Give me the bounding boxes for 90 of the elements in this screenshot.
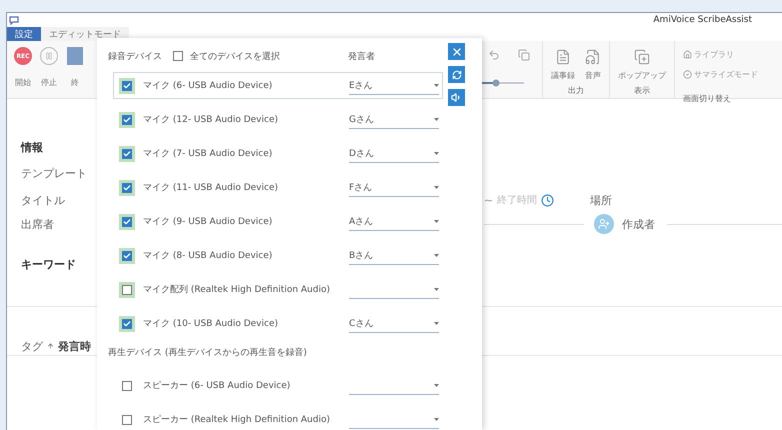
- field-label: 作成者: [622, 216, 655, 232]
- field-label: テンプレート: [21, 166, 87, 180]
- close-icon: [450, 46, 462, 58]
- field-label: 場所: [590, 192, 612, 208]
- device-row[interactable]: マイク (8- USB Audio Device) Bさん: [113, 242, 443, 269]
- checkbox-label: 全てのデバイスを選択: [190, 50, 280, 62]
- checkbox[interactable]: [122, 216, 132, 226]
- group-title: 出力: [568, 85, 584, 96]
- speaker-select[interactable]: Dさん: [349, 144, 439, 162]
- speaker-select[interactable]: Gさん: [349, 110, 439, 128]
- device-row[interactable]: スピーカー (Realtek High Definition Audio): [113, 406, 443, 430]
- column-header[interactable]: タグ: [21, 338, 43, 354]
- caret-icon: [434, 186, 439, 188]
- speaker-select[interactable]: Eさん: [349, 76, 439, 94]
- caret-icon: [434, 288, 439, 290]
- ribbon-tab[interactable]: 設定: [7, 27, 41, 41]
- caret-icon: [434, 384, 439, 386]
- button-label: ポップアップ: [618, 70, 666, 81]
- refresh-button[interactable]: [448, 66, 465, 83]
- group-title: 表示: [634, 85, 650, 96]
- button-label: 終: [71, 77, 79, 88]
- device-name: マイク (11- USB Audio Device): [143, 182, 278, 194]
- device-name: マイク (10- USB Audio Device): [143, 318, 278, 330]
- checkbox[interactable]: [122, 148, 132, 158]
- device-name: スピーカー (6- USB Audio Device): [143, 380, 290, 392]
- caret-icon: [434, 322, 439, 324]
- device-row[interactable]: マイク (11- USB Audio Device) Fさん: [113, 174, 443, 201]
- button-label: 音声: [585, 70, 601, 81]
- link-label: ライブラリ: [694, 49, 734, 60]
- caret-icon: [434, 84, 439, 86]
- home-icon: [683, 50, 692, 59]
- sort-arrow-icon[interactable]: [47, 341, 54, 351]
- speaker-select[interactable]: Bさん: [349, 246, 439, 264]
- pause-icon: [45, 52, 53, 60]
- column-header[interactable]: 発言時: [58, 338, 91, 354]
- speaker-select[interactable]: Aさん: [349, 212, 439, 230]
- device-name: マイク (12- USB Audio Device): [143, 114, 278, 126]
- checkbox[interactable]: [122, 250, 132, 260]
- copy-icon[interactable]: [518, 49, 530, 61]
- button-label: 議事録: [551, 70, 575, 81]
- check-circle-icon: [683, 70, 692, 79]
- speaker-button[interactable]: [448, 89, 465, 106]
- field-label: 出席者: [21, 216, 54, 232]
- user-plus-icon: [598, 218, 610, 230]
- checkbox[interactable]: [122, 380, 132, 390]
- chat-bubble-icon: [9, 16, 19, 24]
- section-heading: キーワード: [21, 256, 76, 272]
- speaker-icon: [451, 92, 462, 103]
- group-title: 画面切り替え: [683, 93, 731, 104]
- device-row[interactable]: マイク (7- USB Audio Device) Dさん: [113, 140, 443, 167]
- checkbox[interactable]: [122, 318, 132, 328]
- caret-icon: [434, 254, 439, 256]
- checkbox[interactable]: [122, 114, 132, 124]
- device-name: マイク配列 (Realtek High Definition Audio): [143, 284, 330, 296]
- checkbox[interactable]: [122, 182, 132, 192]
- device-row[interactable]: マイク (9- USB Audio Device) Aさん: [113, 208, 443, 235]
- time-separator: ~: [484, 194, 494, 206]
- device-name: スピーカー (Realtek High Definition Audio): [143, 414, 330, 426]
- button-label: 停止: [41, 77, 57, 88]
- checkbox[interactable]: [122, 80, 132, 90]
- caret-icon: [434, 118, 439, 120]
- checkbox[interactable]: [122, 414, 132, 424]
- device-row[interactable]: マイク配列 (Realtek High Definition Audio): [113, 276, 443, 303]
- speaker-select[interactable]: Fさん: [349, 178, 439, 196]
- close-button[interactable]: [448, 43, 465, 60]
- device-name: マイク (9- USB Audio Device): [143, 216, 272, 228]
- button-label: 開始: [15, 77, 31, 88]
- checkbox[interactable]: [122, 284, 132, 294]
- device-row[interactable]: スピーカー (6- USB Audio Device): [113, 372, 443, 399]
- refresh-icon: [452, 70, 462, 80]
- undo-icon[interactable]: [488, 49, 500, 61]
- field-label: タイトル: [21, 192, 65, 208]
- clock-icon[interactable]: [541, 194, 554, 206]
- caret-icon: [434, 152, 439, 154]
- caret-icon: [434, 220, 439, 222]
- device-name: マイク (6- USB Audio Device): [143, 80, 272, 92]
- device-row[interactable]: マイク (6- USB Audio Device) Eさん: [113, 72, 443, 99]
- device-row[interactable]: マイク (10- USB Audio Device) Cさん: [113, 310, 443, 337]
- column-header: 発言者: [348, 50, 375, 62]
- section-title: 再生デバイス (再生デバイスからの再生音を録音): [108, 346, 307, 358]
- caret-icon: [434, 418, 439, 420]
- section-heading: 情報: [21, 140, 43, 154]
- device-name: マイク (8- USB Audio Device): [143, 250, 272, 262]
- device-name: マイク (7- USB Audio Device): [143, 148, 272, 160]
- section-title: 録音デバイス: [108, 50, 162, 62]
- ribbon-tab[interactable]: エディットモード: [41, 27, 129, 41]
- checkbox[interactable]: [173, 51, 183, 61]
- app-title: AmiVoice ScribeAssist: [653, 15, 752, 25]
- speaker-select[interactable]: Cさん: [349, 314, 439, 332]
- device-row[interactable]: マイク (12- USB Audio Device) Gさん: [113, 106, 443, 133]
